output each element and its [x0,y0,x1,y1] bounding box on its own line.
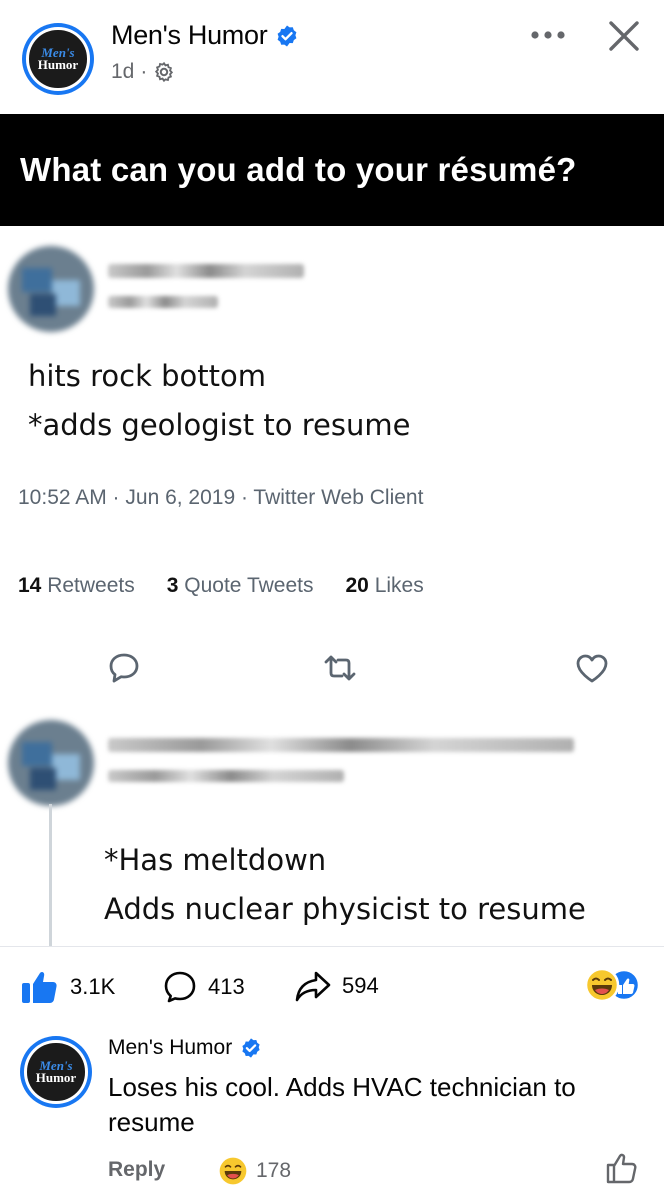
tweet1-timestamp: 10:52 AM · Jun 6, 2019 · Twitter Web Cli… [18,486,424,509]
reply-button[interactable]: Reply [108,1158,165,1182]
post-meta: 1d · [111,60,175,84]
share-count: 594 [342,973,379,998]
reaction-bar: 3.1K 413 594 [0,946,664,1026]
avatar-logo-line2: Humor [37,56,79,72]
comment-reaction-count: 178 [256,1159,292,1182]
comment-like-icon[interactable] [604,1150,640,1186]
tweet1-line2: *adds geologist to resume [28,408,411,442]
tweet2-line2: Adds nuclear physicist to resume [104,892,586,926]
reaction-emojis[interactable] [584,967,644,1003]
comment-text: Loses his cool. Adds HVAC technician to … [108,1072,576,1137]
like-thumb-icon [22,971,57,1003]
close-button[interactable] [600,12,648,60]
comment-count: 413 [208,974,245,999]
commenter-avatar[interactable]: Men's Humor [20,1036,92,1108]
post-image[interactable]: What can you add to your résumé? hits ro… [0,114,664,946]
blurred-handle-2 [108,770,344,782]
comment-author[interactable]: Men's Humor [108,1036,262,1060]
post-header: Men's Humor Men's Humor 1d · [0,0,664,112]
tweet1-text: hits rock bottom *adds geologist to resu… [28,352,410,450]
comment-reactions[interactable]: 178 [218,1156,291,1186]
more-options-icon [531,31,565,39]
verified-badge-icon [242,1038,260,1058]
quotes-stat: 3 Quote Tweets [167,574,314,598]
verified-badge-icon [278,25,297,46]
meme-banner: What can you add to your résumé? [0,114,664,226]
tweet1-line1: hits rock bottom [28,359,267,393]
like-button[interactable]: 3.1K [20,969,115,1005]
page-name[interactable]: Men's Humor [111,20,299,51]
comment-actions: Reply 178 [108,1153,648,1188]
quotes-count: 3 [166,574,179,597]
laugh-emoji-icon [584,967,620,1003]
comment-author-label: Men's Humor [108,1036,233,1059]
tweet2-text: *Has meltdown Adds nuclear physicist to … [104,836,586,934]
quotes-label: Quote Tweets [184,574,314,597]
page-avatar[interactable]: Men's Humor [22,23,94,95]
more-options-button[interactable] [526,18,570,52]
meta-separator: · [140,60,148,83]
blurred-username [108,264,304,278]
retweets-stat: 14 Retweets [18,574,135,598]
blurred-username-2 [108,738,574,752]
post-time[interactable]: 1d [111,60,134,84]
likes-stat: 20 Likes [345,574,423,598]
tweet1-stats: 14 Retweets 3 Quote Tweets 20 Likes [18,574,424,598]
blurred-avatar-2 [8,720,94,806]
tweet1-actions [0,644,664,694]
likes-count: 20 [345,574,369,597]
reply-bubble-icon [109,653,139,683]
comment-icon [164,971,196,1003]
laugh-emoji-icon [219,1157,247,1185]
share-icon [295,971,331,1002]
share-button[interactable]: 594 [294,969,379,1003]
commenter-logo-line2: Humor [35,1069,77,1085]
likes-label: Likes [374,574,424,597]
page-name-label: Men's Humor [111,20,268,50]
comment-button[interactable]: 413 [162,969,245,1005]
retweets-label: Retweets [47,574,135,597]
thread-line [49,804,52,946]
tweet2-line1: *Has meltdown [104,843,327,877]
gear-icon [155,61,174,83]
retweets-count: 14 [18,574,42,597]
heart-icon [576,654,608,683]
blurred-handle [108,296,218,308]
blurred-avatar [8,246,94,332]
close-icon [609,21,639,51]
retweet-icon [324,655,356,681]
like-count: 3.1K [70,974,116,999]
